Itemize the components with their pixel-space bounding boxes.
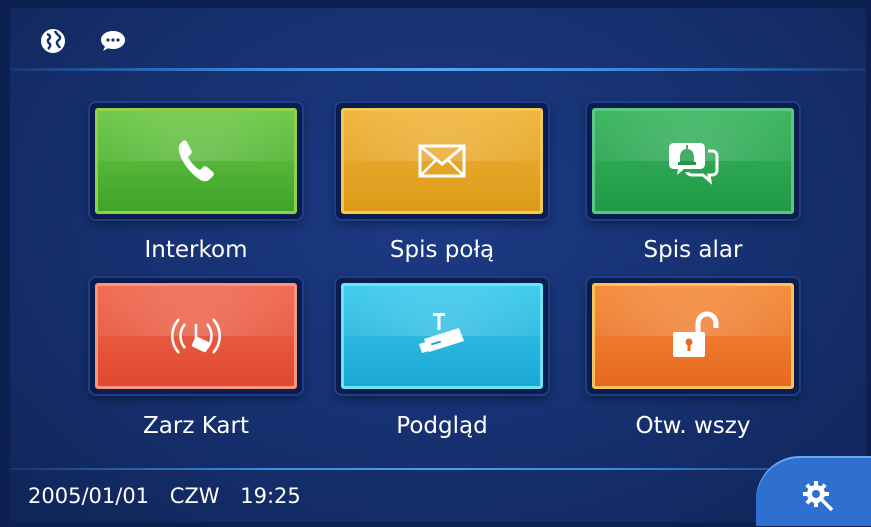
status-weekday: CZW: [169, 484, 220, 508]
tile-card-management[interactable]: [90, 278, 302, 394]
settings-button[interactable]: [756, 456, 871, 526]
tile-alarm-list-label: Spis alar: [643, 237, 743, 263]
tile-card-management-label: Zarz Kart: [143, 413, 249, 439]
tile-interkom-face: [95, 108, 297, 214]
status-time: 19:25: [240, 484, 301, 508]
gear-wrench-icon: [803, 481, 835, 513]
main-screen: Interkom Spis połą Spis alar Zarz Kart P…: [10, 8, 866, 522]
tile-monitor-label: Podgląd: [396, 413, 488, 439]
camera-icon: [409, 306, 475, 366]
status-date: 2005/01/01: [28, 484, 150, 508]
tile-unlock-all-face: [592, 283, 794, 389]
tile-card-management-face: [95, 283, 297, 389]
top-bar: [10, 8, 866, 68]
tile-call-list[interactable]: [336, 103, 548, 219]
tile-call-list-label: Spis połą: [389, 237, 495, 263]
chat-bubble-icon[interactable]: [98, 26, 128, 56]
tile-alarm-list[interactable]: [587, 103, 799, 219]
tile-interkom[interactable]: [90, 103, 302, 219]
unlock-icon: [660, 306, 726, 366]
tile-interkom-label: Interkom: [144, 237, 248, 263]
tile-call-list-face: [341, 108, 543, 214]
envelope-icon: [409, 131, 475, 191]
status-datetime: 2005/01/01 CZW 19:25: [28, 481, 315, 511]
tile-unlock-all-label: Otw. wszy: [635, 413, 751, 439]
tile-unlock-all[interactable]: [587, 278, 799, 394]
alarm-chat-icon: [660, 131, 726, 191]
bottom-divider: [10, 468, 866, 470]
globe-icon[interactable]: [38, 26, 68, 56]
tile-monitor-face: [341, 283, 543, 389]
tile-monitor[interactable]: [336, 278, 548, 394]
top-divider: [10, 68, 866, 71]
tile-alarm-list-face: [592, 108, 794, 214]
phone-icon: [163, 131, 229, 191]
rfid-card-icon: [163, 306, 229, 366]
